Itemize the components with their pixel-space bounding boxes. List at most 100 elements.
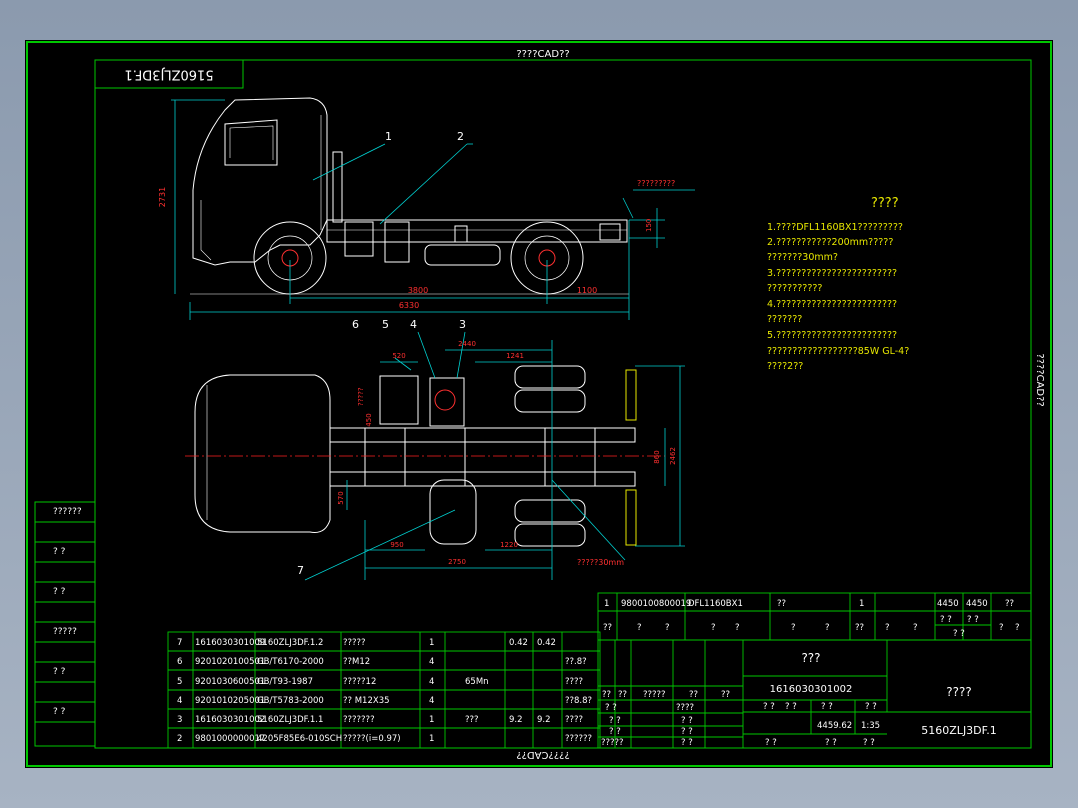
dim-overall-length: 6330 [399, 301, 419, 310]
note-line: ????2?? [767, 361, 803, 372]
stamp-text: ? ? [53, 707, 66, 717]
tb-model: 5160ZLJ3DF.1 [921, 724, 996, 737]
drawing-sheet: ????CAD?? ????CAD?? ????CAD?? 5160ZLJ3DF… [25, 40, 1053, 768]
callout-4: 4 [410, 318, 417, 331]
stamp-text: ????? [53, 627, 77, 637]
tb-weight: 4459.62 [817, 721, 852, 731]
tb-cell: ? [913, 623, 918, 633]
corner-title: 5160ZLJ3DF.1 [124, 67, 213, 82]
tb-cell: ?? [721, 690, 730, 700]
tb-cell: ? ? [681, 716, 693, 726]
note-line: 4.???????????????????????? [767, 299, 897, 310]
top-label: ????CAD?? [516, 49, 569, 60]
part-no: 4 [177, 696, 182, 706]
part-code: 9201010205001 [195, 696, 265, 706]
part-name: ?????(i=0.97) [343, 734, 401, 744]
part-mat: 65Mn [465, 677, 489, 687]
part-name: ??????? [343, 715, 375, 725]
frame-rail-lower [329, 471, 636, 487]
part-qty: 4 [429, 657, 434, 667]
part-qty: 4 [429, 696, 434, 706]
callout-1: 1 [385, 130, 392, 143]
part-name: ?????12 [343, 677, 376, 687]
part-qty: 1 [429, 638, 434, 648]
tb-cell: ? ? [967, 615, 979, 625]
tb-cell: ?? [1005, 599, 1014, 609]
tb-cell: ? ? [609, 716, 621, 726]
part-name: ?? M12X35 [343, 696, 390, 706]
part-w2: 9.2 [537, 715, 551, 725]
tb-cell: 1 [604, 599, 609, 609]
fuel-tank [424, 244, 501, 266]
tb-cell: 4450 [937, 599, 959, 609]
right-label: ????CAD?? [1034, 353, 1045, 406]
dim-top-5: 950 [390, 541, 403, 549]
notes-title: ???? [871, 196, 899, 211]
cad-viewer: ????CAD?? ????CAD?? ????CAD?? 5160ZLJ3DF… [0, 0, 1078, 808]
tb-cell: ? [791, 623, 796, 633]
part-note: ??.8? [565, 657, 587, 667]
rear-wheel-bottom-2 [514, 523, 586, 547]
technical-notes: 1.????DFL1160BX1????????? 2.???????????2… [767, 222, 909, 372]
tb-cell: ? ? [863, 738, 875, 748]
parts-list [167, 631, 601, 749]
dim-top-9: 2462 [669, 447, 677, 465]
tb-cell: DFL1160BX1 [688, 599, 743, 609]
tb-cell: ? [665, 623, 670, 633]
part-std: GB/T6170-2000 [257, 657, 324, 667]
tb-cell: ? ? [865, 702, 877, 712]
tb-cell: ? ? [785, 702, 797, 712]
dim-total-height: 2731 [158, 187, 167, 207]
tb-cell: 9800100800019 [621, 599, 691, 609]
note-line: ??????????????????85W GL-4? [767, 346, 909, 357]
dim-top-8: 860 [653, 450, 661, 463]
note-line: 5.???????????????????????? [767, 330, 897, 341]
part-note: ?????? [565, 734, 592, 744]
part-code: 1616030301009 [195, 638, 265, 648]
note-30mm: ?????30mm [577, 558, 624, 567]
tb-cell: ?? [602, 690, 611, 700]
part-no: 3 [177, 715, 182, 725]
dim-wheelbase: 3800 [408, 286, 428, 295]
callout-2: 2 [457, 130, 464, 143]
tb-cell: ? ? [605, 703, 617, 713]
part-note: ???? [565, 677, 583, 687]
tb-name: ??? [801, 651, 820, 665]
stamp-text: ?????? [53, 507, 82, 517]
tb-cell: ?? [603, 623, 612, 633]
cab-outline [192, 97, 328, 266]
part-no: 7 [177, 638, 182, 648]
tb-cell: ? [637, 623, 642, 633]
vertical-note: ????? [357, 387, 365, 406]
part-w1: 9.2 [509, 715, 523, 725]
part-std: 4205F85E6-010SCH [257, 734, 342, 744]
tb-cell: ? ? [765, 738, 777, 748]
part-code: 9201020100501 [195, 657, 265, 667]
side-dimensions [171, 99, 695, 320]
stamp-text: ? ? [53, 547, 66, 557]
dim-top-4: 450 [365, 413, 373, 426]
tail-label: ????????? [637, 179, 675, 188]
tb-cell: ? ? [821, 702, 833, 712]
tb-cell: ? ? [681, 727, 693, 737]
part-code: 1616030301002 [195, 715, 265, 725]
tb-cell: ? ? [953, 629, 965, 639]
note-line: ???????30mm? [767, 252, 838, 263]
part-std: GB/T5783-2000 [257, 696, 324, 706]
side-view [190, 97, 629, 295]
callout-7: 7 [297, 564, 304, 577]
part-qty: 1 [429, 715, 434, 725]
left-stamp: ?????? ? ? ? ? ????? ? ? ? ? [34, 501, 96, 747]
tb-cell: ? ? [763, 702, 775, 712]
note-line: 2.???????????200mm????? [767, 237, 893, 248]
part-qty: 4 [429, 677, 434, 687]
frame-rail-upper [329, 427, 636, 443]
tb-cell: ????? [643, 690, 666, 700]
cab-top [194, 374, 331, 533]
part-std: 5160ZLJ3DF.1.2 [257, 638, 323, 648]
tb-cell: ? ? [609, 727, 621, 737]
dim-tail: 150 [645, 219, 653, 232]
part-mat: ??? [465, 715, 479, 725]
part-std: 5160ZLJ3DF.1.1 [257, 715, 323, 725]
dim-top-10: 570 [337, 491, 345, 504]
